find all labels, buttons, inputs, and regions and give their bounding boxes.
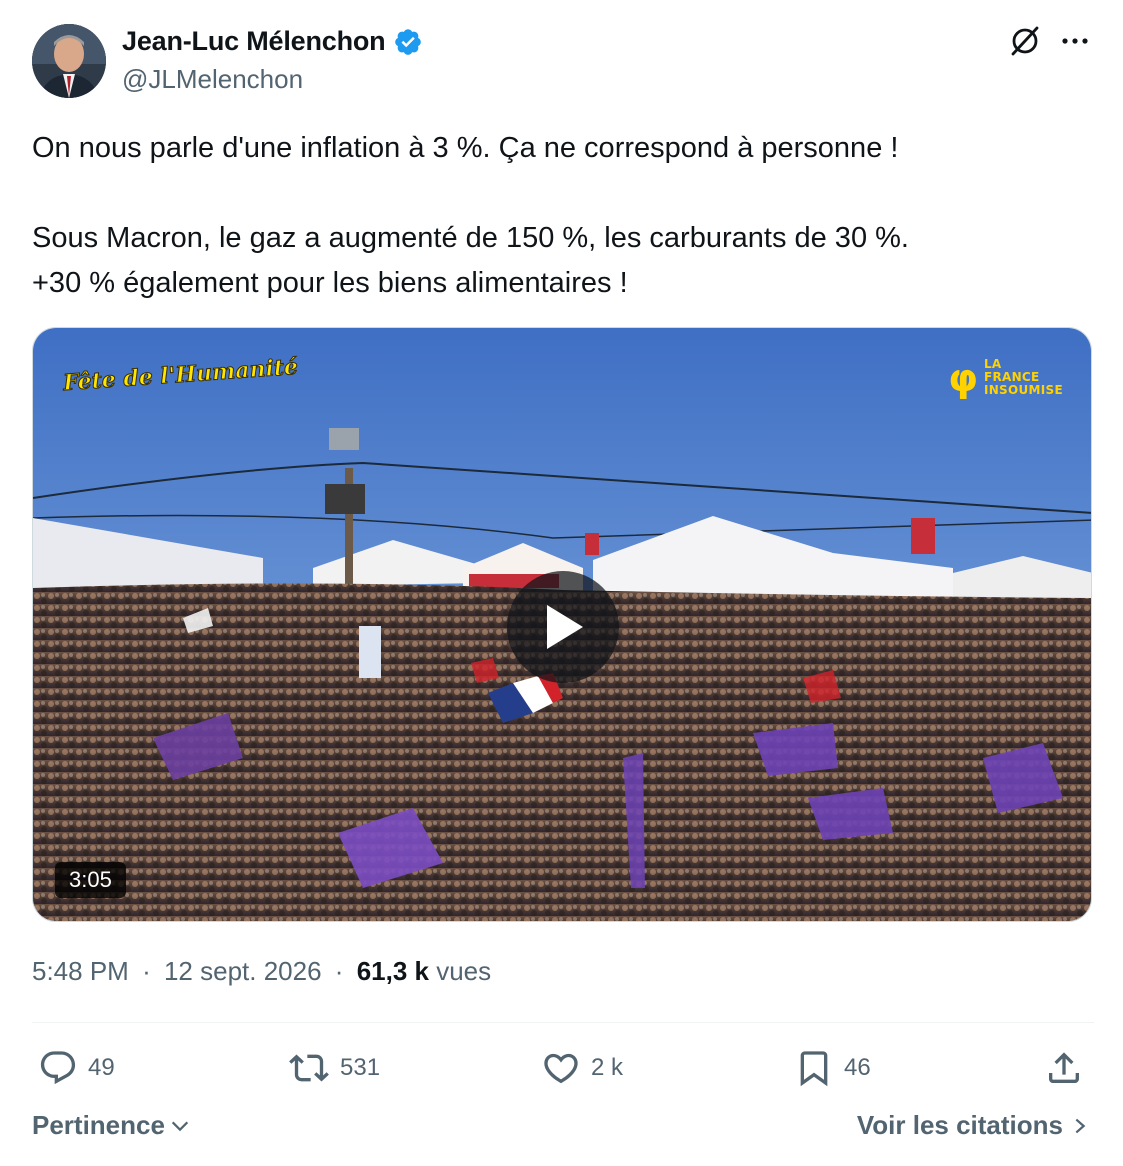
meta-separator: · — [142, 956, 151, 986]
reply-button[interactable]: 49 — [38, 1046, 115, 1090]
chevron-down-icon — [171, 1121, 189, 1131]
share-button[interactable] — [1044, 1046, 1084, 1090]
tweet-text: On nous parle d'une inflation à 3 %. Ça … — [32, 126, 1092, 306]
tweet-text-line: On nous parle d'une inflation à 3 %. Ça … — [32, 132, 899, 164]
repost-icon — [289, 1054, 329, 1082]
bookmark-icon — [800, 1051, 828, 1087]
grok-icon[interactable] — [1008, 24, 1042, 58]
video-player[interactable]: Fête de l'Humanité φ LA FRANCE INSOUMISE… — [32, 327, 1092, 922]
play-button[interactable] — [507, 571, 619, 683]
avatar-image — [32, 24, 106, 98]
lfi-logo-text: LA FRANCE INSOUMISE — [983, 357, 1063, 397]
divider — [32, 1022, 1094, 1023]
tweet-meta: 5:48 PM · 12 sept. 2026 · 61,3 k vues — [32, 956, 491, 987]
lfi-phi-symbol: φ — [948, 355, 978, 400]
author-display-name[interactable]: Jean-Luc Mélenchon — [122, 26, 386, 57]
reply-icon — [40, 1051, 76, 1085]
views-count: 61,3 k — [356, 956, 429, 986]
reply-count: 49 — [88, 1054, 115, 1081]
sort-dropdown[interactable]: Pertinence — [32, 1110, 191, 1141]
verified-badge-icon[interactable] — [393, 27, 423, 57]
bookmark-count: 46 — [844, 1054, 871, 1081]
lfi-logo: φ LA FRANCE INSOUMISE — [948, 358, 1063, 397]
tweet-time[interactable]: 5:48 PM — [32, 956, 129, 986]
meta-separator: · — [334, 956, 344, 986]
tweet-text-line: Sous Macron, le gaz a augmenté de 150 %,… — [32, 222, 909, 254]
more-icon[interactable] — [1058, 26, 1092, 56]
play-icon — [547, 605, 583, 649]
heart-icon — [544, 1053, 578, 1084]
view-quotes-link[interactable]: Voir les citations — [857, 1110, 1089, 1141]
views-label: vues — [436, 956, 492, 986]
video-duration-badge: 3:05 — [55, 862, 126, 898]
sort-label: Pertinence — [32, 1110, 165, 1140]
author-name-row[interactable]: Jean-Luc Mélenchon — [122, 26, 423, 57]
tweet-text-line: +30 % également pour les biens alimentai… — [32, 267, 628, 299]
tweet-card: Jean-Luc Mélenchon @JLMelenchon On nous … — [0, 0, 1123, 1166]
author-handle[interactable]: @JLMelenchon — [122, 64, 303, 95]
tweet-date[interactable]: 12 sept. 2026 — [164, 956, 322, 986]
bookmark-button[interactable]: 46 — [794, 1046, 871, 1090]
repost-button[interactable]: 531 — [288, 1046, 380, 1090]
like-button[interactable]: 2 k — [541, 1046, 623, 1090]
share-icon — [1049, 1052, 1079, 1083]
like-count: 2 k — [591, 1054, 624, 1081]
repost-count: 531 — [340, 1054, 381, 1081]
avatar[interactable] — [32, 24, 106, 98]
view-quotes-label: Voir les citations — [856, 1110, 1063, 1140]
chevron-right-icon — [1075, 1118, 1086, 1133]
